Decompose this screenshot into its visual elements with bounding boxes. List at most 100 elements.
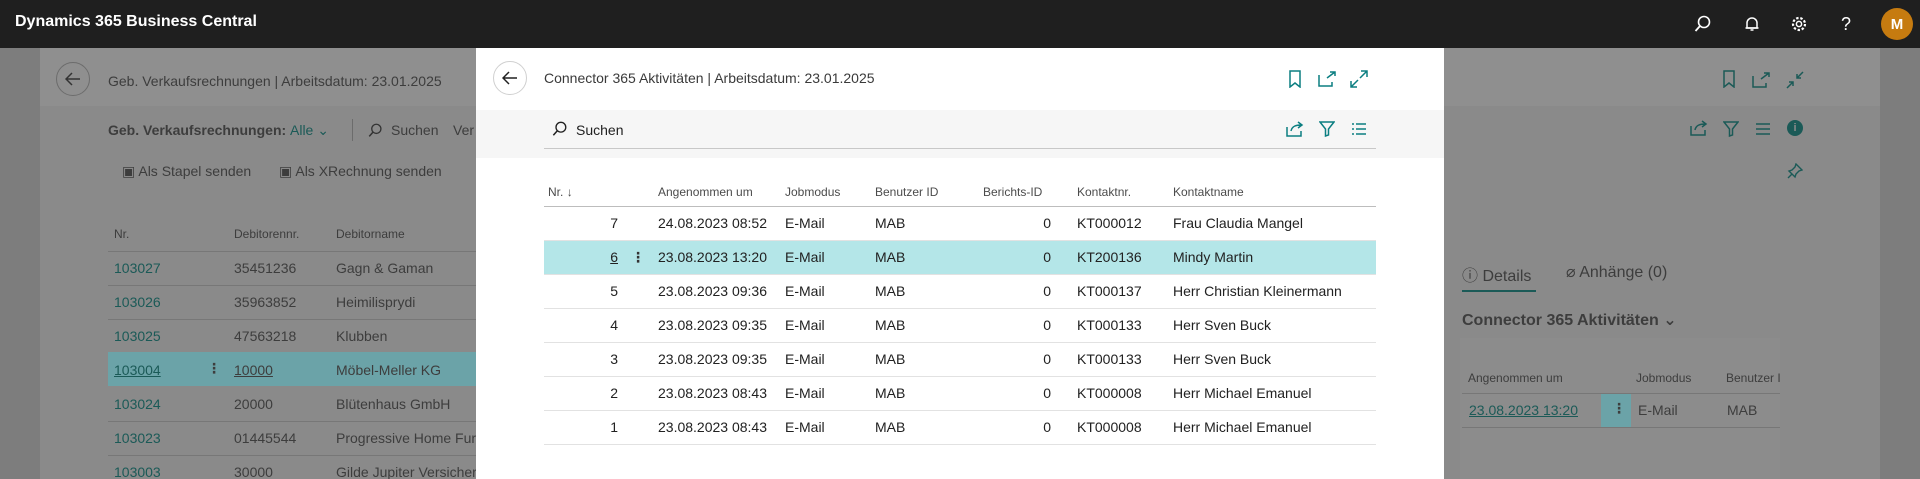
cell-menu — [622, 410, 654, 445]
column-header-nr[interactable]: Nr. — [114, 227, 129, 241]
bookmark-icon[interactable] — [1284, 68, 1306, 90]
tab-attachments[interactable]: ⌀ Anhänge (0) — [1566, 262, 1667, 282]
cell-user-link[interactable]: MAB — [871, 274, 979, 309]
background-search-label[interactable]: Suchen — [391, 122, 438, 138]
cell-menu — [622, 376, 654, 411]
invoice-nr-link[interactable]: 103025 — [114, 328, 161, 344]
pin-icon[interactable] — [1787, 162, 1804, 182]
cell-contact-no-link[interactable]: KT000008 — [1055, 376, 1169, 411]
customer-nr: 47563218 — [234, 328, 297, 344]
column-header-report[interactable]: Berichts-ID — [979, 178, 1055, 207]
cell-contact-no-link[interactable]: KT000137 — [1055, 274, 1169, 309]
customer-name: Heimilisprydi — [336, 294, 416, 310]
cell-mode: E-Mail — [781, 308, 871, 343]
cell-contact-no-link[interactable]: KT000133 — [1055, 308, 1169, 343]
cell-user-link[interactable]: MAB — [871, 410, 979, 445]
list-view-icon[interactable] — [1755, 122, 1771, 139]
row-menu-icon[interactable]: ⋮ — [622, 240, 654, 275]
info-icon[interactable]: i — [1787, 120, 1803, 136]
cell-nr[interactable]: 6 — [544, 240, 622, 275]
cell-report: 0 — [979, 308, 1055, 343]
search-icon[interactable] — [368, 123, 383, 141]
factbox-section-title-label: Connector 365 Aktivitäten — [1462, 312, 1659, 329]
cell-contact-name-link[interactable]: Herr Michael Emanuel — [1169, 376, 1376, 411]
cell-contact-no-link[interactable]: KT000012 — [1055, 206, 1169, 241]
open-new-window-icon[interactable] — [1316, 68, 1338, 90]
cell-contact-name-link[interactable]: Frau Claudia Mangel — [1169, 206, 1376, 241]
row-menu-icon[interactable]: ⋮ — [1612, 400, 1626, 417]
bell-icon[interactable] — [1740, 12, 1764, 36]
cell-accepted: 23.08.2023 09:35 — [654, 308, 781, 343]
filter-icon[interactable] — [1722, 121, 1740, 140]
cell-user-link[interactable]: MAB — [871, 342, 979, 377]
invoice-nr-link[interactable]: 103024 — [114, 396, 161, 412]
cell-contact-name-link[interactable]: Mindy Martin — [1169, 240, 1376, 275]
cell-report: 0 — [979, 410, 1055, 445]
cell-contact-name-link[interactable]: Herr Sven Buck — [1169, 342, 1376, 377]
factbox-section-title[interactable]: Connector 365 Aktivitäten ⌄ — [1462, 310, 1677, 330]
cell-contact-name-link[interactable]: Herr Michael Emanuel — [1169, 410, 1376, 445]
factbox-accepted-link[interactable]: 23.08.2023 13:20 — [1469, 402, 1578, 418]
table-row[interactable]: 4 23.08.2023 09:35 E-Mail MAB 0 KT000133… — [544, 308, 1376, 343]
column-header-debitorennr[interactable]: Debitorennr. — [234, 227, 299, 241]
invoice-nr-link[interactable]: 103023 — [114, 430, 161, 446]
cell-user-link[interactable]: MAB — [871, 308, 979, 343]
customer-nr[interactable]: 10000 — [234, 362, 273, 378]
customer-name: Gagn & Gaman — [336, 260, 434, 276]
cell-user-link[interactable]: MAB — [871, 376, 979, 411]
column-header-user[interactable]: Benutzer ID — [871, 178, 979, 207]
dialog-search[interactable]: Suchen — [576, 122, 623, 138]
invoice-nr-link[interactable]: 103026 — [114, 294, 161, 310]
open-new-window-icon[interactable] — [1752, 72, 1770, 91]
table-row[interactable]: 7 24.08.2023 08:52 E-Mail MAB 0 KT000012… — [544, 206, 1376, 241]
dialog-back-button[interactable] — [493, 61, 527, 95]
filter-icon[interactable] — [1316, 118, 1338, 140]
back-button[interactable] — [56, 62, 90, 96]
invoice-nr-link[interactable]: 103004 — [114, 362, 161, 378]
table-row[interactable]: 3 23.08.2023 09:35 E-Mail MAB 0 KT000133… — [544, 342, 1376, 377]
list-view-icon[interactable] — [1348, 118, 1370, 140]
row-divider — [108, 421, 478, 422]
dialog-toolbar-divider — [544, 148, 1376, 149]
chevron-down-icon: ⌄ — [1663, 312, 1677, 329]
share-icon[interactable] — [1284, 118, 1306, 140]
cell-nr: 1 — [544, 410, 622, 445]
cell-contact-name-link[interactable]: Herr Sven Buck — [1169, 308, 1376, 343]
cell-contact-name-link[interactable]: Herr Christian Kleinermann — [1169, 274, 1376, 309]
filter-label: Geb. Verkaufsrechnungen: — [108, 122, 287, 138]
cell-user-link[interactable]: MAB — [871, 240, 979, 275]
cell-user-link[interactable]: MAB — [871, 206, 979, 241]
table-row-selected[interactable]: 6 ⋮ 23.08.2023 13:20 E-Mail MAB 0 KT2001… — [544, 240, 1376, 275]
column-header-accepted[interactable]: Angenommen um — [654, 178, 781, 207]
avatar[interactable]: M — [1881, 8, 1913, 40]
background-truncated-action[interactable]: Ver — [453, 122, 474, 138]
table-row[interactable]: 2 23.08.2023 08:43 E-Mail MAB 0 KT000008… — [544, 376, 1376, 411]
action-send-batch[interactable]: ▣ Als Stapel senden — [122, 163, 251, 180]
cell-contact-no-link[interactable]: KT200136 — [1055, 240, 1169, 275]
invoice-nr-link[interactable]: 103003 — [114, 464, 161, 479]
expand-icon[interactable] — [1348, 68, 1370, 90]
table-row[interactable]: 5 23.08.2023 09:36 E-Mail MAB 0 KT000137… — [544, 274, 1376, 309]
row-menu-icon[interactable]: ⋮ — [207, 360, 221, 377]
share-icon[interactable] — [1690, 120, 1708, 139]
filter-value[interactable]: Alle ⌄ — [290, 122, 329, 139]
invoice-nr-link[interactable]: 103027 — [114, 260, 161, 276]
tab-details[interactable]: ⓘ Details — [1462, 262, 1531, 286]
column-header-contact-name[interactable]: Kontaktname — [1169, 178, 1376, 207]
cell-contact-no-link[interactable]: KT000133 — [1055, 342, 1169, 377]
search-icon[interactable] — [552, 121, 568, 140]
column-header-nr[interactable]: Nr. ↓ — [544, 178, 622, 207]
column-header-mode[interactable]: Jobmodus — [781, 178, 871, 207]
column-header-debitorname[interactable]: Debitorname — [336, 227, 405, 241]
bookmark-icon[interactable] — [1722, 70, 1736, 91]
search-icon[interactable] — [1691, 12, 1715, 36]
table-row[interactable]: 1 23.08.2023 08:43 E-Mail MAB 0 KT000008… — [544, 410, 1376, 445]
help-icon[interactable]: ? — [1834, 12, 1858, 36]
cell-mode: E-Mail — [781, 410, 871, 445]
column-header-contact-no[interactable]: Kontaktnr. — [1055, 178, 1169, 207]
factbox-column-user: Benutzer II — [1726, 371, 1780, 385]
collapse-icon[interactable] — [1786, 71, 1804, 92]
cell-contact-no-link[interactable]: KT000008 — [1055, 410, 1169, 445]
gear-icon[interactable] — [1787, 12, 1811, 36]
action-send-xrechnung[interactable]: ▣ Als XRechnung senden — [279, 163, 442, 180]
